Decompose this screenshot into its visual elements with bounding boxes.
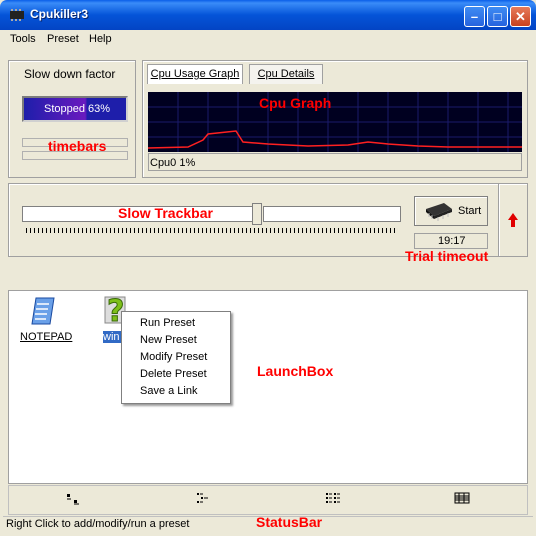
menu-help[interactable]: Help	[89, 33, 112, 45]
tab-cpu-usage-graph[interactable]: Cpu Usage Graph	[147, 64, 243, 84]
cpu-status-text: Cpu0 1%	[150, 157, 196, 169]
trial-timer-text: 19:17	[438, 235, 466, 247]
list-view-icon[interactable]	[325, 492, 341, 504]
ctx-run-preset[interactable]: Run Preset	[140, 317, 195, 329]
minimize-icon: –	[470, 9, 479, 24]
close-button[interactable]: ✕	[510, 6, 531, 27]
context-menu: Run Preset New Preset Modify Preset Dele…	[121, 311, 231, 404]
menu-tools[interactable]: Tools	[10, 33, 36, 45]
ctx-new-preset[interactable]: New Preset	[140, 334, 197, 346]
notepad-icon	[31, 297, 55, 325]
ctx-save-link[interactable]: Save a Link	[140, 385, 197, 397]
slow-trackbar-annotation: Slow Trackbar	[118, 205, 213, 221]
maximize-button[interactable]: □	[487, 6, 508, 27]
start-button-label: Start	[458, 205, 482, 217]
launch-box[interactable]	[8, 290, 528, 484]
trackbar-track-right[interactable]	[263, 206, 401, 222]
ctx-modify-preset[interactable]: Modify Preset	[140, 351, 207, 363]
ctx-delete-preset[interactable]: Delete Preset	[140, 368, 207, 380]
trackbar-ticks	[26, 228, 398, 233]
cpu-usage-line	[148, 130, 522, 149]
timebars-annotation: timebars	[48, 138, 107, 154]
cpu-graph-annotation: Cpu Graph	[259, 95, 332, 111]
cpu-status-box	[148, 153, 522, 171]
minimize-button[interactable]: –	[464, 6, 485, 27]
trackbar-thumb[interactable]	[251, 203, 262, 225]
close-icon: ✕	[515, 8, 526, 24]
large-icons-view-icon[interactable]	[66, 493, 80, 505]
launch-item-notepad[interactable]: NOTEPAD	[20, 331, 72, 343]
cpu-usage-graph	[148, 92, 522, 152]
arrow-up-icon	[508, 213, 518, 227]
maximize-icon: □	[493, 9, 502, 24]
tab-cpu-details[interactable]: Cpu Details	[249, 64, 323, 84]
launchbox-annotation: LaunchBox	[257, 363, 334, 379]
trial-timeout-annotation: Trial timeout	[405, 248, 489, 264]
status-text: Right Click to add/modify/run a preset	[6, 518, 190, 530]
chip-icon	[10, 9, 24, 21]
menu-bar: Tools Preset Help	[3, 30, 533, 50]
small-icons-view-icon[interactable]	[196, 492, 210, 504]
chip-icon	[426, 203, 452, 221]
statusbar-annotation: StatusBar	[256, 514, 323, 530]
menu-preset[interactable]: Preset	[47, 33, 79, 45]
details-view-icon[interactable]	[454, 492, 470, 504]
slowdown-progress-text: Stopped 63%	[44, 103, 111, 115]
slowdown-label: Slow down factor	[24, 67, 116, 81]
window-title: Cpukiller3	[30, 7, 89, 21]
view-toolbar	[8, 485, 528, 515]
